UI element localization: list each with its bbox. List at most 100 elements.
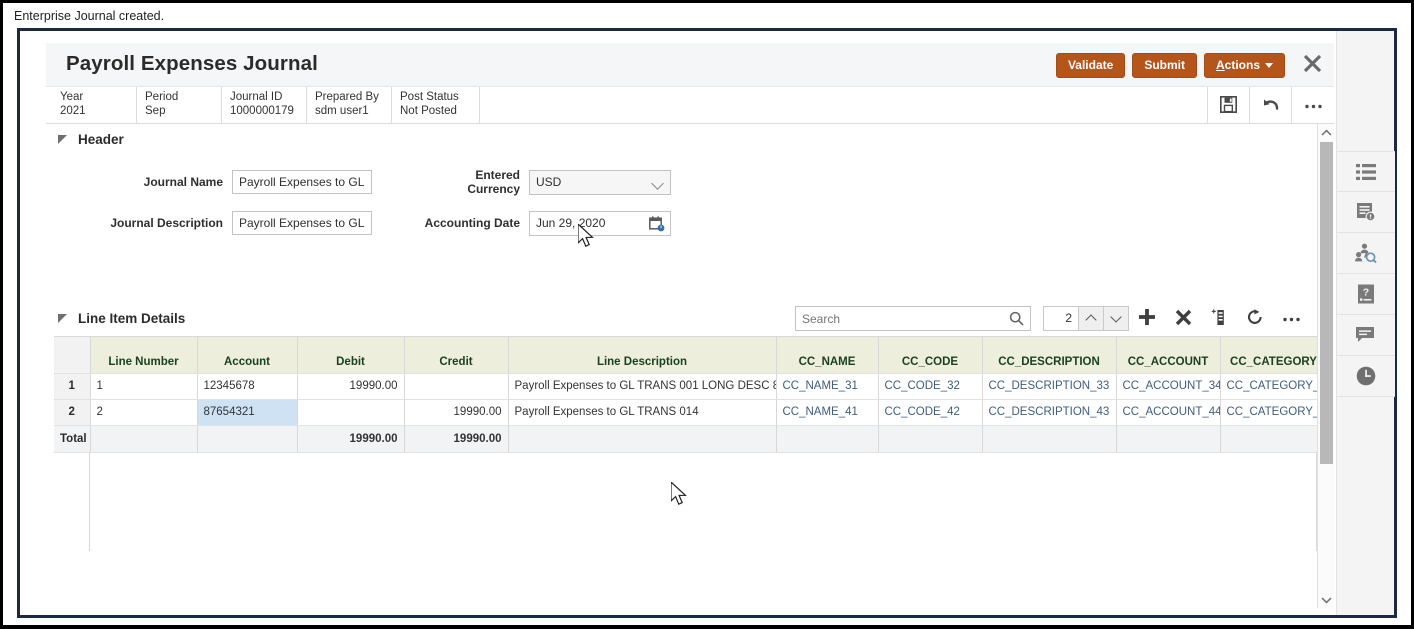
rail-item-comments[interactable] — [1337, 315, 1395, 356]
search-button[interactable] — [1009, 311, 1024, 329]
cell-cc-category[interactable]: CC_CATEGORY_35 — [1220, 373, 1317, 399]
scrollbar-thumb[interactable] — [1320, 142, 1333, 464]
accounting-date-input[interactable]: Jun 29, 2020 — [529, 211, 671, 236]
column-header-debit[interactable]: Debit — [297, 337, 404, 373]
close-button[interactable] — [1298, 51, 1326, 79]
add-row-icon — [1138, 308, 1156, 329]
entered-currency-value: USD — [536, 175, 561, 189]
journal-description-field-group: Journal Description — [46, 211, 372, 235]
journal-name-input[interactable] — [232, 170, 372, 194]
actions-label-rest: ctions — [1225, 58, 1260, 72]
save-button[interactable] — [1208, 87, 1250, 124]
cell-line-number[interactable]: 1 — [90, 373, 197, 399]
column-header-cc-account[interactable]: CC_ACCOUNT — [1116, 337, 1220, 373]
add-row-button[interactable] — [1129, 305, 1165, 332]
cell-credit[interactable] — [404, 373, 508, 399]
submit-button[interactable]: Submit — [1132, 53, 1197, 78]
insert-row-icon — [1211, 309, 1228, 329]
line-items-section-toggle[interactable]: Line Item Details — [46, 307, 185, 332]
cell-cc-code[interactable]: CC_CODE_32 — [878, 373, 982, 399]
panel-titlebar: Payroll Expenses Journal Validate Submit… — [46, 43, 1334, 87]
calendar-icon — [649, 221, 665, 235]
cell-cc-category[interactable]: CC_CATEGORY_45 — [1220, 399, 1317, 425]
rail-item-list[interactable] — [1337, 151, 1395, 192]
cell-debit[interactable]: 19990.00 — [297, 373, 404, 399]
grid-empty-area — [54, 453, 1317, 551]
column-header-line-description[interactable]: Line Description — [508, 337, 776, 373]
line-items-more-options-button[interactable] — [1273, 305, 1309, 332]
journal-description-input[interactable] — [232, 211, 372, 235]
entered-currency-select[interactable]: USD — [529, 170, 671, 195]
cell-account[interactable]: 87654321 — [197, 399, 297, 425]
chevron-down-icon — [1265, 63, 1273, 68]
rail-item-history[interactable] — [1337, 356, 1395, 397]
comments-icon — [1355, 326, 1377, 344]
summary-toolbar — [1207, 87, 1334, 124]
column-header-line-number[interactable]: Line Number — [90, 337, 197, 373]
rail-item-document-info[interactable] — [1337, 192, 1395, 233]
undo-icon — [1261, 96, 1280, 116]
grid-header-row: Line Number Account Debit Credit Line De… — [54, 337, 1317, 373]
table-row[interactable]: 1 1 12345678 19990.00 Payroll Expenses t… — [54, 373, 1317, 399]
vertical-scrollbar[interactable] — [1317, 124, 1334, 608]
summary-value: 1000000179 — [230, 104, 306, 118]
validate-button[interactable]: Validate — [1056, 53, 1125, 78]
column-header-cc-category[interactable]: CC_CATEGORY — [1220, 337, 1317, 373]
cell-cc-name[interactable]: CC_NAME_41 — [776, 399, 878, 425]
close-icon — [1303, 54, 1322, 76]
cell-credit[interactable]: 19990.00 — [404, 399, 508, 425]
calendar-picker-button[interactable] — [649, 216, 665, 235]
cell-cc-account[interactable]: CC_ACCOUNT_34 — [1116, 373, 1220, 399]
header-section-toggle[interactable]: Header — [46, 124, 1317, 153]
list-icon — [1356, 163, 1376, 181]
cell-cc-name[interactable]: CC_NAME_31 — [776, 373, 878, 399]
column-header-credit[interactable]: Credit — [404, 337, 508, 373]
rail-item-help[interactable]: ? — [1337, 274, 1395, 315]
column-header-cc-description[interactable]: CC_DESCRIPTION — [982, 337, 1116, 373]
scroll-up-button[interactable] — [1318, 124, 1335, 141]
undo-button[interactable] — [1250, 87, 1292, 124]
screen-border-bottom — [0, 625, 1414, 629]
column-header-account[interactable]: Account — [197, 337, 297, 373]
cell-account[interactable]: 12345678 — [197, 373, 297, 399]
collapse-triangle-icon — [58, 313, 70, 325]
row-header-cell[interactable]: 1 — [54, 373, 90, 399]
header-form-row-1: Journal Name Entered Currency USD — [46, 165, 1317, 199]
cell-cc-account[interactable]: CC_ACCOUNT_44 — [1116, 399, 1220, 425]
row-header-cell[interactable]: 2 — [54, 399, 90, 425]
spinner-down-button[interactable] — [1103, 307, 1128, 330]
summary-more-options-button[interactable] — [1292, 87, 1334, 124]
row-count-value[interactable]: 2 — [1044, 307, 1078, 330]
chevron-down-icon — [1110, 311, 1121, 322]
document-info-icon — [1356, 202, 1376, 222]
refresh-button[interactable] — [1237, 305, 1273, 332]
delete-row-button[interactable] — [1165, 305, 1201, 332]
entered-currency-field-group: Entered Currency USD — [424, 168, 671, 196]
line-items-toolbar: Line Item Details — [46, 303, 1317, 336]
summary-value: Sep — [145, 104, 221, 118]
cell-cc-description[interactable]: CC_DESCRIPTION_43 — [982, 399, 1116, 425]
cell-line-description[interactable]: Payroll Expenses to GL TRANS 014 — [508, 399, 776, 425]
cell-line-description[interactable]: Payroll Expenses to GL TRANS 001 LONG DE… — [508, 373, 776, 399]
scrollbar-track[interactable] — [1320, 142, 1333, 590]
cell-debit[interactable] — [297, 399, 404, 425]
table-row[interactable]: 2 2 87654321 19990.00 Payroll Expenses t… — [54, 399, 1317, 425]
delete-row-icon — [1175, 309, 1192, 329]
refresh-icon — [1246, 308, 1264, 329]
scroll-down-button[interactable] — [1318, 591, 1335, 608]
header-form: Journal Name Entered Currency USD — [46, 153, 1317, 303]
cell-cc-description[interactable]: CC_DESCRIPTION_33 — [982, 373, 1116, 399]
insert-row-button[interactable] — [1201, 305, 1237, 332]
save-icon — [1220, 96, 1237, 116]
rail-item-people-search[interactable] — [1337, 233, 1395, 274]
cell-cc-code[interactable]: CC_CODE_42 — [878, 399, 982, 425]
column-header-cc-name[interactable]: CC_NAME — [776, 337, 878, 373]
titlebar-actions: Validate Submit Actions — [1056, 51, 1326, 79]
actions-menu-button[interactable]: Actions — [1204, 53, 1285, 78]
right-icon-rail: ? — [1336, 31, 1394, 615]
search-input[interactable] — [796, 307, 996, 330]
summary-label: Prepared By — [315, 90, 391, 104]
spinner-up-button[interactable] — [1078, 307, 1103, 330]
cell-line-number[interactable]: 2 — [90, 399, 197, 425]
column-header-cc-code[interactable]: CC_CODE — [878, 337, 982, 373]
